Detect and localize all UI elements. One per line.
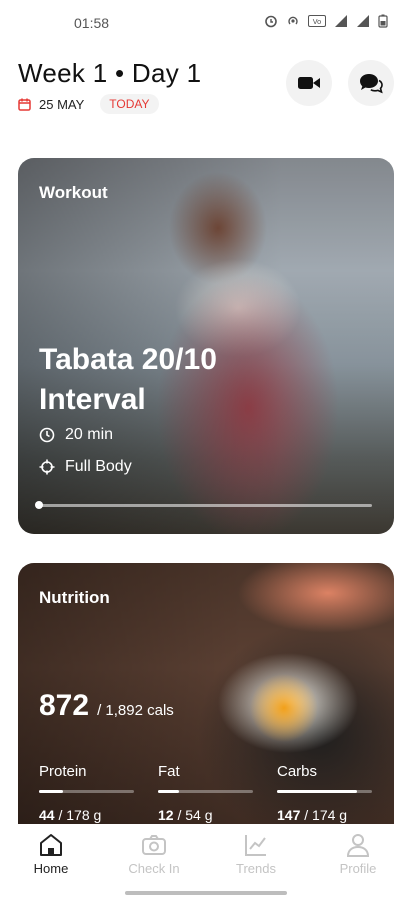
hotspot-icon xyxy=(288,16,298,25)
workout-duration-row: 20 min xyxy=(39,426,113,444)
macro-label: Fat xyxy=(158,763,180,780)
macro-target: / 174 g xyxy=(304,807,348,823)
target-icon xyxy=(39,459,55,475)
nav-home[interactable]: Home xyxy=(11,832,91,876)
macro-progress-fill xyxy=(277,790,357,793)
nav-label: Profile xyxy=(339,861,377,876)
macro-value: 12 xyxy=(158,807,174,823)
timer-icon xyxy=(39,427,55,443)
macro-progress-fill xyxy=(39,790,63,793)
workout-progress-bar xyxy=(35,501,372,509)
header: Week 1 • Day 1 25 MAY TODAY xyxy=(18,58,394,118)
macro-value: 147 xyxy=(277,807,301,823)
workout-title: Tabata 20/10 Interval xyxy=(39,343,217,416)
nutrition-label: Nutrition xyxy=(39,588,110,607)
chat-button[interactable] xyxy=(348,60,394,106)
battery-icon xyxy=(378,14,388,28)
home-icon xyxy=(40,834,62,856)
status-bar: 01:58 Vo xyxy=(0,0,410,46)
nav-label: Home xyxy=(33,861,69,876)
macro-value: 44 xyxy=(39,807,55,823)
macro-fat: Fat 12 / 54 g xyxy=(158,763,258,823)
bottom-nav: Home Check In Trends Profile xyxy=(0,824,410,900)
calories-value: 872 xyxy=(39,689,90,722)
macro-target: / 54 g xyxy=(177,807,213,823)
status-icons: Vo xyxy=(264,14,388,28)
chat-bubbles-icon xyxy=(360,74,383,94)
page-title: Week 1 • Day 1 xyxy=(18,58,202,88)
macro-carbs: Carbs 147 / 174 g xyxy=(277,763,377,823)
macro-amount: 44 / 178 g xyxy=(39,807,139,823)
workout-target-row: Full Body xyxy=(39,458,132,476)
nav-trends[interactable]: Trends xyxy=(216,832,296,876)
svg-text:Vo: Vo xyxy=(313,18,322,26)
workout-progress-knob xyxy=(35,501,43,509)
macro-amount: 147 / 174 g xyxy=(277,807,377,823)
macro-progress-bar xyxy=(39,790,134,793)
date-row: 25 MAY TODAY xyxy=(18,94,159,114)
macro-progress-fill xyxy=(158,790,179,793)
workout-label: Workout xyxy=(39,183,108,202)
date-text: 25 MAY xyxy=(39,96,85,112)
volte-icon: Vo xyxy=(308,15,326,27)
calendar-icon xyxy=(18,98,31,111)
macro-progress-bar xyxy=(277,790,372,793)
workout-target: Full Body xyxy=(65,458,132,475)
nav-profile[interactable]: Profile xyxy=(318,832,398,876)
signal-icon xyxy=(335,15,347,27)
nav-label: Check In xyxy=(128,861,180,876)
nutrition-card[interactable]: Nutrition 872 / 1,892 cals Protein 44 / … xyxy=(18,563,394,825)
macro-amount: 12 / 54 g xyxy=(158,807,258,823)
macro-label: Protein xyxy=(39,763,87,780)
video-camera-icon xyxy=(298,77,320,89)
status-time: 01:58 xyxy=(74,15,110,31)
calories-target: / 1,892 cals xyxy=(97,702,174,719)
home-indicator xyxy=(125,891,287,895)
trends-chart-icon xyxy=(245,835,266,856)
workout-card[interactable]: Workout Tabata 20/10 Interval 20 min Ful… xyxy=(18,158,394,534)
alarm-icon xyxy=(265,15,277,28)
macro-progress-bar xyxy=(158,790,253,793)
nav-label: Trends xyxy=(236,861,276,876)
today-badge[interactable]: TODAY xyxy=(100,94,159,114)
calories-row: 872 / 1,892 cals xyxy=(39,689,174,723)
signal-icon-2 xyxy=(357,15,369,27)
profile-icon xyxy=(346,834,370,857)
video-button[interactable] xyxy=(286,60,332,106)
nav-check-in[interactable]: Check In xyxy=(114,832,194,876)
workout-duration: 20 min xyxy=(65,426,114,443)
camera-icon xyxy=(142,835,166,855)
macro-label: Carbs xyxy=(277,763,318,780)
macro-target: / 178 g xyxy=(58,807,102,823)
macro-protein: Protein 44 / 178 g xyxy=(39,763,139,823)
